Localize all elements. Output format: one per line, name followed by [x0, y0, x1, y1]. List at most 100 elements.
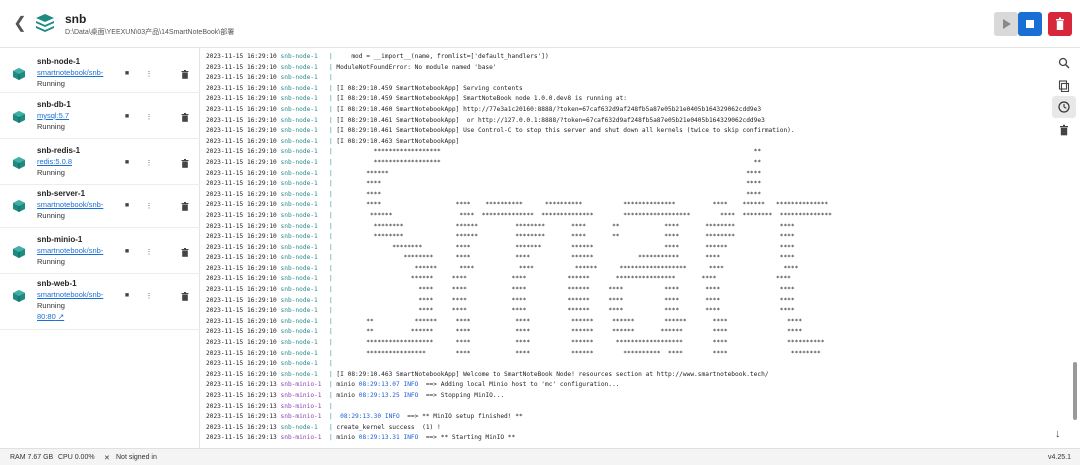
log-timestamp: 2023-11-15 16:29:10	[206, 63, 277, 71]
log-line: 2023-11-15 16:29:10 snb-node-1 | [I 08:2…	[201, 137, 1049, 148]
log-line: 2023-11-15 16:29:10 snb-node-1 |	[201, 359, 1049, 370]
log-line: 2023-11-15 16:29:10 snb-node-1 | ** ****…	[201, 317, 1049, 328]
log-timestamp: 2023-11-15 16:29:10	[206, 264, 277, 272]
service-item-snb-minio-1[interactable]: snb-minio-1 smartnotebook/snb- Running ■ ⋮	[0, 228, 200, 274]
log-source: snb-minio-1	[280, 434, 322, 442]
log-separator: |	[317, 339, 337, 347]
stop-service-icon[interactable]: ■	[122, 202, 132, 209]
log-timestamp: 2023-11-15 16:29:10	[206, 158, 277, 166]
log-message: **** ****	[336, 180, 762, 188]
delete-service-icon[interactable]	[180, 70, 190, 81]
log-message: ****** **** **** ****** ****************…	[336, 264, 799, 272]
service-image-link[interactable]: smartnotebook/snb-	[37, 246, 115, 255]
clock-icon[interactable]	[1052, 96, 1076, 118]
log-message: mod = __import__(name, fromlist=['defaul…	[336, 53, 549, 60]
log-timestamp: 2023-11-15 16:29:10	[206, 243, 277, 251]
more-options-icon[interactable]: ⋮	[144, 70, 154, 78]
stop-service-icon[interactable]: ■	[122, 248, 132, 255]
service-image-link[interactable]: smartnotebook/snb-	[37, 68, 115, 77]
stop-service-icon[interactable]: ■	[122, 70, 132, 77]
container-cube-icon	[13, 111, 25, 123]
search-icon[interactable]	[1052, 52, 1076, 74]
service-name: snb-node-1	[37, 57, 81, 66]
delete-service-icon[interactable]	[180, 248, 190, 259]
port-link[interactable]: 80:80 ↗	[37, 312, 64, 321]
signin-status[interactable]: Not signed in	[116, 454, 157, 461]
log-separator: |	[317, 63, 337, 71]
log-timestamp: 2023-11-15 16:29:13	[206, 381, 277, 389]
log-message: ****** **** ************** *************…	[336, 211, 832, 219]
service-image-link[interactable]: smartnotebook/snb-	[37, 290, 115, 299]
service-image-link[interactable]: redis:5.0.8	[37, 157, 115, 166]
log-timestamp: 2023-11-15 16:29:10	[206, 360, 277, 368]
log-line: 2023-11-15 16:29:10 snb-node-1 | ****** …	[201, 264, 1049, 275]
log-timestamp: 2023-11-15 16:29:10	[206, 53, 277, 60]
log-timestamp: 2023-11-15 16:29:10	[206, 286, 277, 294]
log-source: snb-node-1	[280, 317, 318, 325]
log-line: 2023-11-15 16:29:10 snb-node-1 | *******…	[201, 158, 1049, 169]
delete-service-icon[interactable]	[180, 113, 190, 124]
delete-service-icon[interactable]	[180, 292, 190, 303]
log-source: snb-node-1	[280, 63, 318, 71]
service-image-link[interactable]: smartnotebook/snb-	[37, 200, 115, 209]
log-line: 2023-11-15 16:29:10 snb-node-1 | *******…	[201, 253, 1049, 264]
log-source: snb-node-1	[280, 180, 318, 188]
stop-service-icon[interactable]: ■	[122, 292, 132, 299]
service-status: Running	[37, 301, 65, 310]
right-toolbar: ↓	[1049, 48, 1080, 448]
log-line: 2023-11-15 16:29:10 snb-node-1 |	[201, 73, 1049, 84]
log-source: snb-node-1	[280, 116, 318, 124]
service-item-snb-db-1[interactable]: snb-db-1 mysql:5.7 Running ■ ⋮	[0, 93, 200, 139]
delete-service-icon[interactable]	[180, 159, 190, 170]
log-message: 08:29:13.30 INFO ==> ** MinIO setup fini…	[340, 413, 523, 421]
log-separator: |	[317, 233, 337, 241]
copy-icon[interactable]	[1052, 75, 1076, 97]
services-sidebar: snb-node-1 smartnotebook/snb- Running ■ ⋮ snb…	[0, 48, 200, 448]
clear-trash-icon[interactable]	[1052, 119, 1076, 141]
service-image-link[interactable]: mysql:5.7	[37, 111, 115, 120]
log-source: snb-minio-1	[280, 392, 322, 399]
delete-service-icon[interactable]	[180, 202, 190, 213]
log-source: snb-node-1	[280, 296, 318, 304]
stop-service-icon[interactable]: ■	[122, 113, 132, 120]
service-item-snb-node-1[interactable]: snb-node-1 smartnotebook/snb- Running ■ ⋮	[0, 50, 200, 93]
start-button[interactable]	[994, 12, 1018, 36]
log-separator: |	[321, 392, 337, 399]
more-options-icon[interactable]: ⋮	[144, 159, 154, 167]
more-options-icon[interactable]: ⋮	[144, 292, 154, 300]
more-options-icon[interactable]: ⋮	[144, 248, 154, 256]
container-cube-icon	[13, 290, 25, 302]
log-source: snb-node-1	[280, 169, 318, 177]
log-scrollbar[interactable]	[1073, 362, 1077, 420]
log-message: [I 08:29:10.461 SmartNotebookApp] or htt…	[336, 116, 765, 124]
service-status: Running	[37, 79, 65, 88]
stop-service-icon[interactable]: ■	[122, 159, 132, 166]
log-separator: |	[317, 105, 337, 113]
log-line: 2023-11-15 16:29:10 snb-node-1 | **** **…	[201, 179, 1049, 190]
service-item-snb-redis-1[interactable]: snb-redis-1 redis:5.0.8 Running ■ ⋮	[0, 139, 200, 185]
log-separator: |	[317, 307, 337, 315]
log-source: snb-node-1	[280, 360, 318, 368]
log-source: snb-node-1	[280, 264, 318, 272]
log-message: ****************** **	[336, 158, 762, 166]
arrow-down-icon[interactable]: ↓	[1055, 428, 1061, 440]
log-separator: |	[317, 74, 337, 82]
service-item-snb-web-1[interactable]: snb-web-1 smartnotebook/snb- Running 80:80 …	[0, 272, 200, 330]
log-timestamp: 2023-11-15 16:29:13	[206, 402, 277, 410]
log-timestamp: 2023-11-15 16:29:10	[206, 116, 277, 124]
log-separator: |	[317, 286, 337, 294]
more-options-icon[interactable]: ⋮	[144, 113, 154, 121]
back-arrow-icon[interactable]: ❮	[12, 16, 28, 32]
log-message: **** ****	[336, 190, 762, 198]
more-options-icon[interactable]: ⋮	[144, 202, 154, 210]
stop-button[interactable]	[1018, 12, 1042, 36]
service-item-snb-server-1[interactable]: snb-server-1 smartnotebook/snb- Running ■ ⋮	[0, 182, 200, 228]
delete-button[interactable]	[1048, 12, 1072, 36]
stack-icon	[36, 14, 54, 32]
log-viewer[interactable]: 2023-11-15 16:29:10 snb-node-1 | mod = _…	[201, 48, 1049, 448]
stop-icon	[1026, 20, 1034, 28]
log-line: 2023-11-15 16:29:13 snb-minio-1 | minio …	[201, 391, 1049, 402]
log-separator: |	[317, 201, 337, 209]
log-timestamp: 2023-11-15 16:29:10	[206, 84, 277, 92]
log-separator: |	[317, 53, 337, 60]
